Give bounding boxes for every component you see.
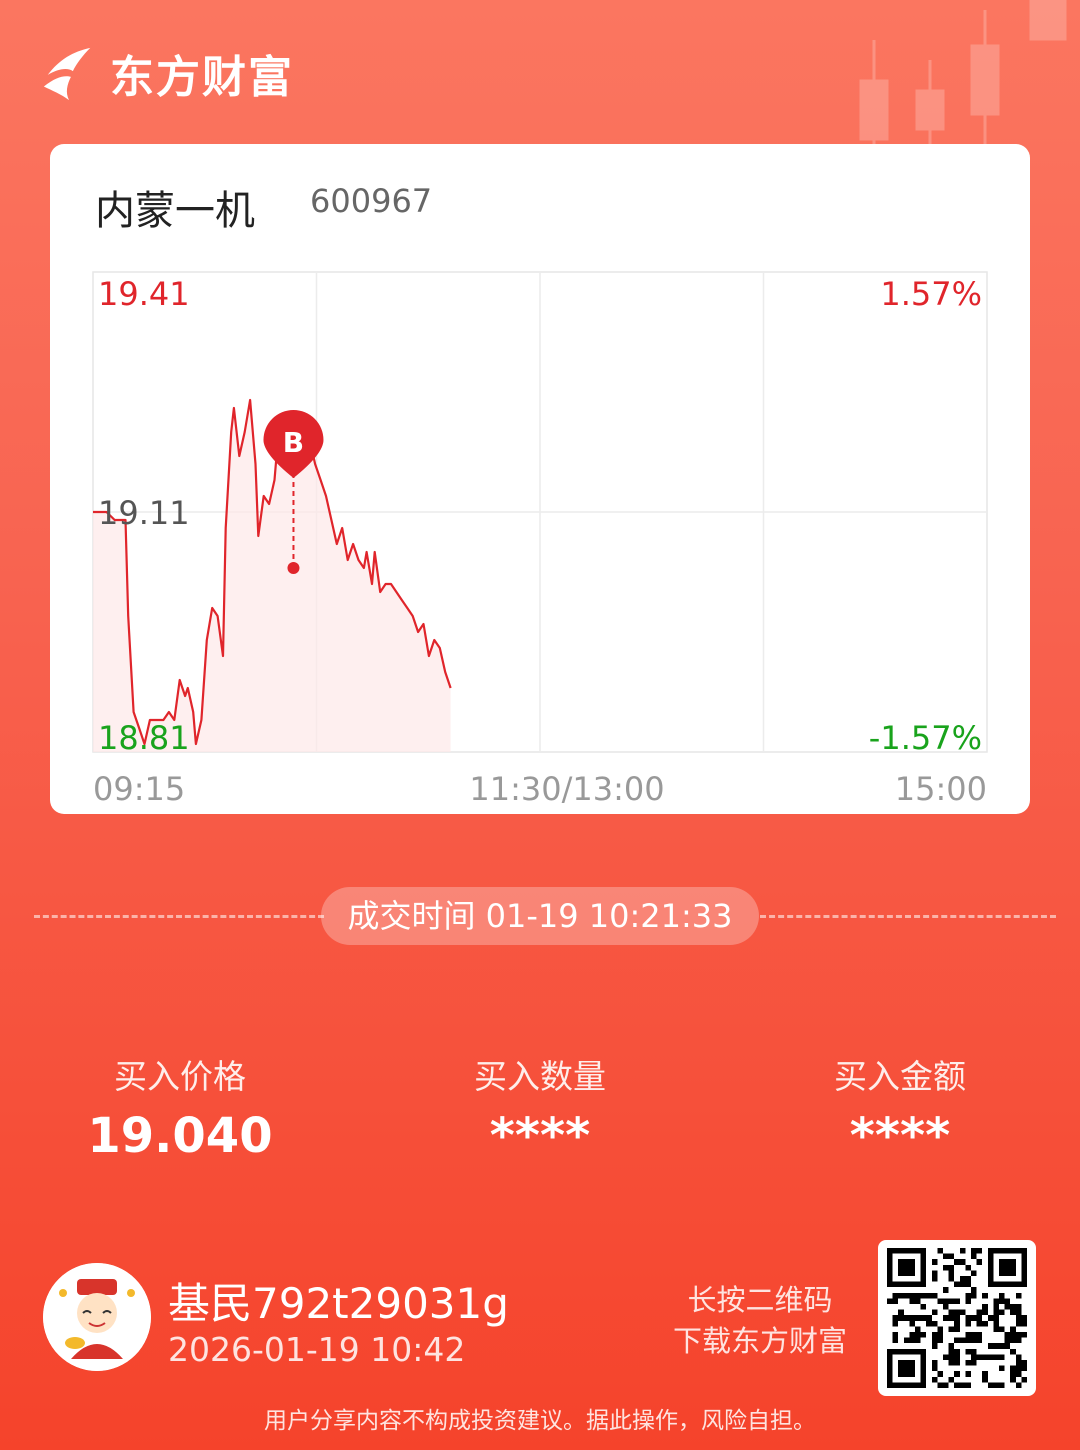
buy-price-stat: 买入价格 19.040 (30, 1050, 330, 1164)
qr-code-icon (887, 1248, 1027, 1388)
qr-code[interactable] (878, 1240, 1036, 1396)
trade-time-pill: 成交时间 01-19 10:21:33 (321, 887, 759, 945)
y-tick-high: 19.41 (98, 275, 190, 313)
username: 基民792t29031g (168, 1279, 509, 1328)
buy-quantity-stat: 买入数量 **** (390, 1050, 690, 1164)
buy-marker-label: B (283, 426, 304, 459)
buy-amount-value: **** (849, 1108, 951, 1164)
avatar-icon (43, 1263, 151, 1371)
intraday-line-chart: B 19.41 19.11 18.81 1.57% -1.57% 09:15 11:30/1… (92, 271, 988, 808)
buy-quantity-value: **** (489, 1108, 591, 1164)
x-tick-open: 09:15 (93, 770, 185, 808)
disclaimer: 用户分享内容不构成投资建议。据此操作，风险自担。 (264, 1408, 816, 1434)
brand-logo-icon (43, 47, 91, 101)
brand-logo: 东方财富 (40, 38, 294, 108)
y-tick-pct-high: 1.57% (880, 275, 982, 313)
user-avatar[interactable] (43, 1263, 151, 1371)
buy-amount-label: 买入金额 (834, 1057, 966, 1096)
y-tick-low: 18.81 (98, 719, 190, 757)
brand-name: 东方财富 (110, 52, 294, 103)
share-timestamp: 2026-01-19 10:42 (168, 1330, 466, 1369)
background-candlestick-decoration (859, 0, 1067, 150)
buy-price-label: 买入价格 (114, 1057, 246, 1096)
buy-point (287, 562, 300, 574)
divider-right (760, 915, 1056, 918)
x-tick-midday: 11:30/13:00 (469, 770, 664, 808)
qr-hint-line-1: 长按二维码 (687, 1283, 833, 1317)
y-tick-pct-low: -1.57% (869, 719, 982, 757)
buy-price-value: 19.040 (87, 1108, 273, 1164)
buy-quantity-label: 买入数量 (474, 1057, 606, 1096)
qr-hint-line-2: 下载东方财富 (672, 1324, 847, 1358)
buy-amount-stat: 买入金额 **** (750, 1050, 1050, 1164)
divider-left (34, 915, 324, 918)
y-tick-reference: 19.11 (98, 494, 190, 532)
qr-hint: 长按二维码 下载东方财富 (640, 1280, 880, 1362)
stock-chart-card: 内蒙一机 600967 B 19.41 19.11 18.81 1.57% -1.57%… (50, 144, 1030, 814)
x-tick-close: 15:00 (895, 770, 987, 808)
